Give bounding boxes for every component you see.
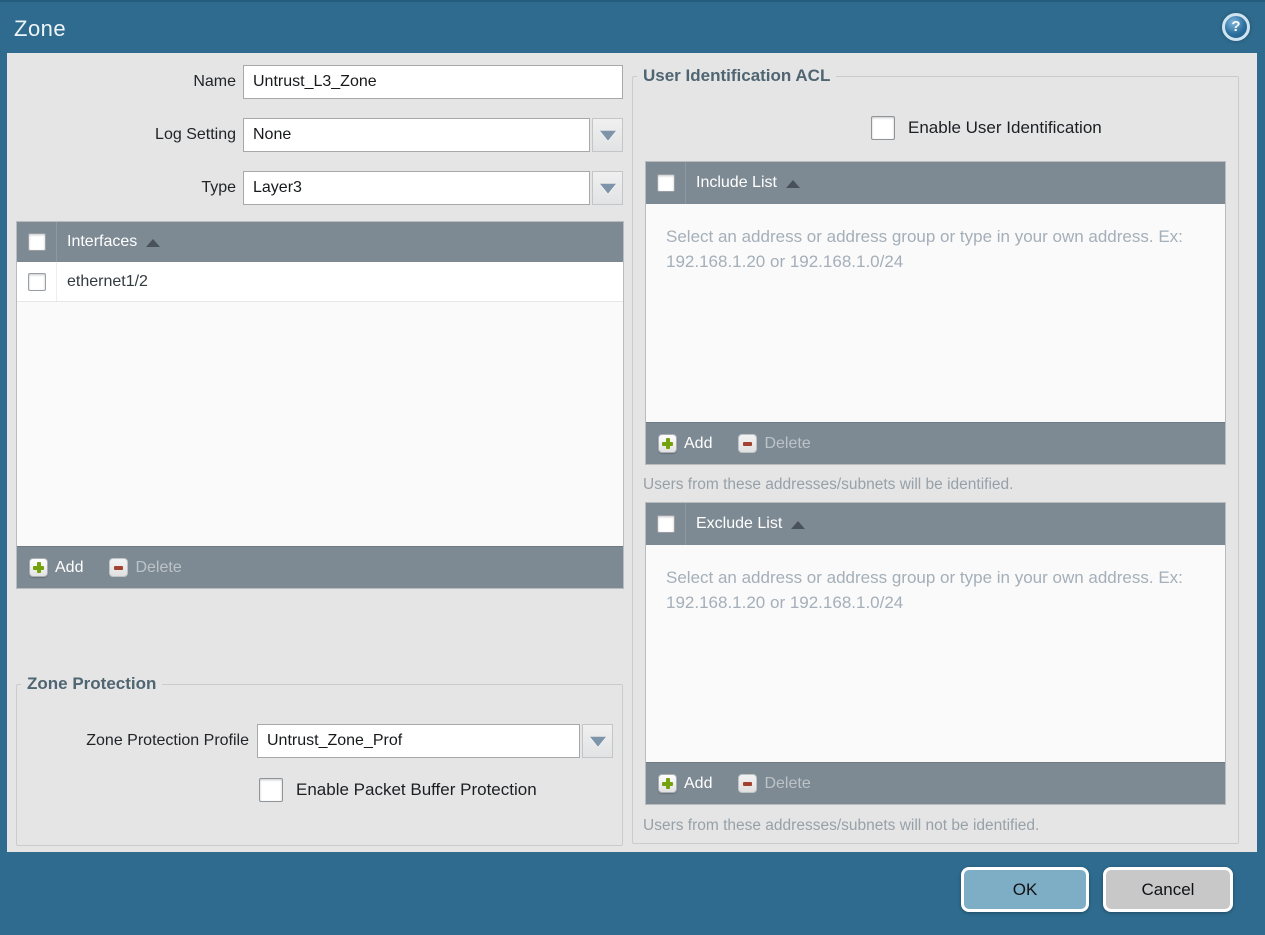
exclude-select-all-checkbox[interactable] (656, 515, 675, 533)
include-list-footer: Add Delete (646, 422, 1225, 464)
exclude-select-all-cell (646, 503, 686, 545)
sort-asc-icon (146, 239, 161, 247)
include-list-header-label: Include List (696, 174, 777, 191)
enable-user-id-row: Enable User Identification (871, 116, 1102, 140)
exclude-list-header-label: Exclude List (696, 515, 783, 532)
user-id-acl-section: User Identification ACL Enable User Iden… (632, 66, 1239, 844)
exclude-list-placeholder: Select an address or address group or ty… (666, 568, 1183, 612)
packet-buffer-label: Enable Packet Buffer Protection (296, 780, 537, 799)
sort-asc-icon (791, 521, 806, 529)
include-list-placeholder: Select an address or address group or ty… (666, 227, 1183, 271)
interfaces-delete-button[interactable]: Delete (109, 558, 182, 577)
include-delete-label: Delete (764, 434, 811, 452)
dialog-title: Zone (14, 16, 67, 41)
exclude-list-body[interactable]: Select an address or address group or ty… (646, 545, 1225, 762)
interface-row-cbcell (17, 262, 57, 301)
zone-protection-profile-dropdown-button[interactable] (582, 724, 613, 758)
cancel-button[interactable]: Cancel (1103, 867, 1233, 912)
minus-icon (109, 558, 129, 577)
log-setting-label: Log Setting (155, 126, 236, 143)
enable-user-id-checkbox[interactable] (871, 116, 895, 140)
interfaces-add-label: Add (55, 558, 84, 576)
interfaces-header-label: Interfaces (67, 233, 138, 250)
sort-asc-icon (785, 180, 800, 188)
zone-protection-section: Zone Protection Zone Protection Profile … (16, 674, 623, 846)
type-input[interactable] (243, 171, 590, 205)
exclude-list-footer: Add Delete (646, 762, 1225, 804)
packet-buffer-row: Enable Packet Buffer Protection (259, 778, 537, 802)
interfaces-add-button[interactable]: Add (29, 558, 83, 577)
type-label: Type (201, 179, 236, 196)
zone-protection-legend: Zone Protection (27, 674, 157, 693)
interfaces-delete-label: Delete (135, 558, 182, 576)
interface-name: ethernet1/2 (67, 272, 148, 290)
plus-icon (29, 558, 48, 577)
exclude-list-table: Exclude List Select an address or addres… (645, 502, 1226, 805)
zone-dialog: Zone ? Name Log Setting Type (0, 0, 1265, 935)
help-icon[interactable]: ? (1222, 13, 1250, 41)
interfaces-table: Interfaces ethernet1/2 Add Delete (16, 221, 624, 589)
zone-protection-profile-input[interactable] (257, 724, 580, 758)
name-label: Name (193, 73, 236, 90)
exclude-list-header[interactable]: Exclude List (646, 503, 1225, 545)
include-add-button[interactable]: Add (658, 434, 712, 453)
user-id-acl-legend: User Identification ACL (643, 66, 831, 85)
enable-user-id-label: Enable User Identification (908, 118, 1102, 137)
include-list-header[interactable]: Include List (646, 162, 1225, 204)
interfaces-body: ethernet1/2 (17, 262, 623, 546)
minus-icon (738, 434, 758, 453)
type-row: Type (7, 171, 627, 205)
exclude-add-label: Add (684, 774, 713, 792)
interfaces-select-all-checkbox[interactable] (27, 233, 46, 251)
packet-buffer-checkbox[interactable] (259, 778, 283, 802)
interfaces-footer: Add Delete (17, 546, 623, 588)
type-dropdown-button[interactable] (592, 171, 623, 205)
zone-protection-profile-label: Zone Protection Profile (86, 732, 249, 749)
dialog-titlebar: Zone ? (0, 0, 1265, 53)
exclude-add-button[interactable]: Add (658, 774, 712, 793)
chevron-down-icon (599, 130, 616, 141)
exclude-delete-button[interactable]: Delete (738, 774, 811, 793)
include-delete-button[interactable]: Delete (738, 434, 811, 453)
ok-button[interactable]: OK (961, 867, 1089, 912)
plus-icon (658, 774, 677, 793)
interface-row-checkbox[interactable] (27, 272, 46, 291)
include-select-all-checkbox[interactable] (656, 174, 675, 192)
name-input[interactable] (243, 65, 623, 99)
exclude-delete-label: Delete (764, 774, 811, 792)
chevron-down-icon (589, 736, 606, 747)
zone-protection-profile-row: Zone Protection Profile (17, 724, 623, 758)
interfaces-select-all-cell (17, 222, 57, 262)
interface-row[interactable]: ethernet1/2 (17, 262, 623, 302)
log-setting-input[interactable] (243, 118, 590, 152)
include-add-label: Add (684, 434, 713, 452)
dialog-body: Name Log Setting Type Interfa (7, 53, 1257, 852)
log-setting-row: Log Setting (7, 118, 627, 152)
include-list-body[interactable]: Select an address or address group or ty… (646, 204, 1225, 422)
include-list-table: Include List Select an address or addres… (645, 161, 1226, 465)
minus-icon (738, 774, 758, 793)
include-select-all-cell (646, 162, 686, 204)
plus-icon (658, 434, 677, 453)
include-list-caption: Users from these addresses/subnets will … (643, 476, 1014, 493)
chevron-down-icon (599, 183, 616, 194)
name-row: Name (7, 65, 627, 99)
log-setting-dropdown-button[interactable] (592, 118, 623, 152)
exclude-list-caption: Users from these addresses/subnets will … (643, 817, 1040, 834)
interfaces-header[interactable]: Interfaces (17, 222, 623, 262)
